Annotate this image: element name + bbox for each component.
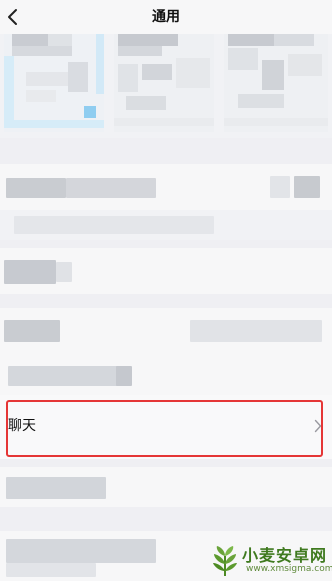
watermark-title: 小麦安卓网 <box>242 546 328 565</box>
mosaic-thumbnail <box>224 34 328 132</box>
watermark: 小麦安卓网 www.xmsigma.com <box>208 540 332 581</box>
settings-row-blurred[interactable] <box>0 467 332 507</box>
mosaic-preview-area <box>0 34 332 138</box>
chat-row-label: 聊天 <box>8 418 36 434</box>
navigation-bar: 通用 <box>0 0 332 34</box>
section-spacer <box>0 459 332 467</box>
settings-row-blurred[interactable] <box>0 308 332 352</box>
settings-row-blurred[interactable] <box>0 352 332 395</box>
wheat-logo-icon <box>213 546 237 576</box>
settings-row-blurred[interactable] <box>0 248 332 294</box>
mosaic-thumbnail <box>4 34 104 132</box>
section-spacer <box>0 294 332 308</box>
settings-row-blurred[interactable] <box>0 164 332 210</box>
section-spacer <box>0 507 332 531</box>
settings-row-chat[interactable]: 聊天 <box>0 395 332 459</box>
section-spacer <box>0 240 332 248</box>
section-spacer <box>0 138 332 164</box>
settings-row-blurred <box>0 210 332 240</box>
watermark-url: www.xmsigma.com <box>246 564 332 574</box>
mosaic-thumbnail <box>114 34 214 132</box>
page-title: 通用 <box>152 9 180 25</box>
chevron-right-icon <box>314 419 322 433</box>
